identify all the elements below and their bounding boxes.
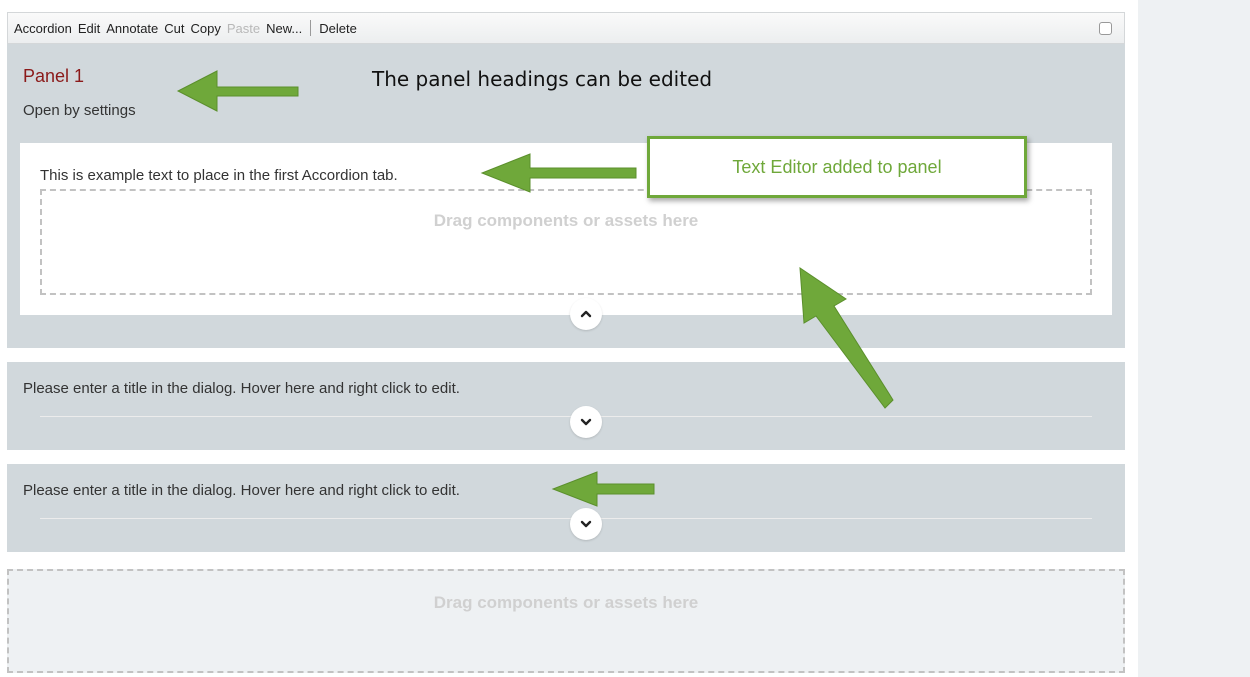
arrow-to-example-text-icon [480, 153, 637, 193]
arrow-to-third-title-icon [551, 471, 655, 507]
arrow-to-text-editor-icon [799, 267, 894, 409]
annotation-arrows [176, 70, 894, 507]
arrow-to-panel-title-icon [176, 70, 299, 112]
